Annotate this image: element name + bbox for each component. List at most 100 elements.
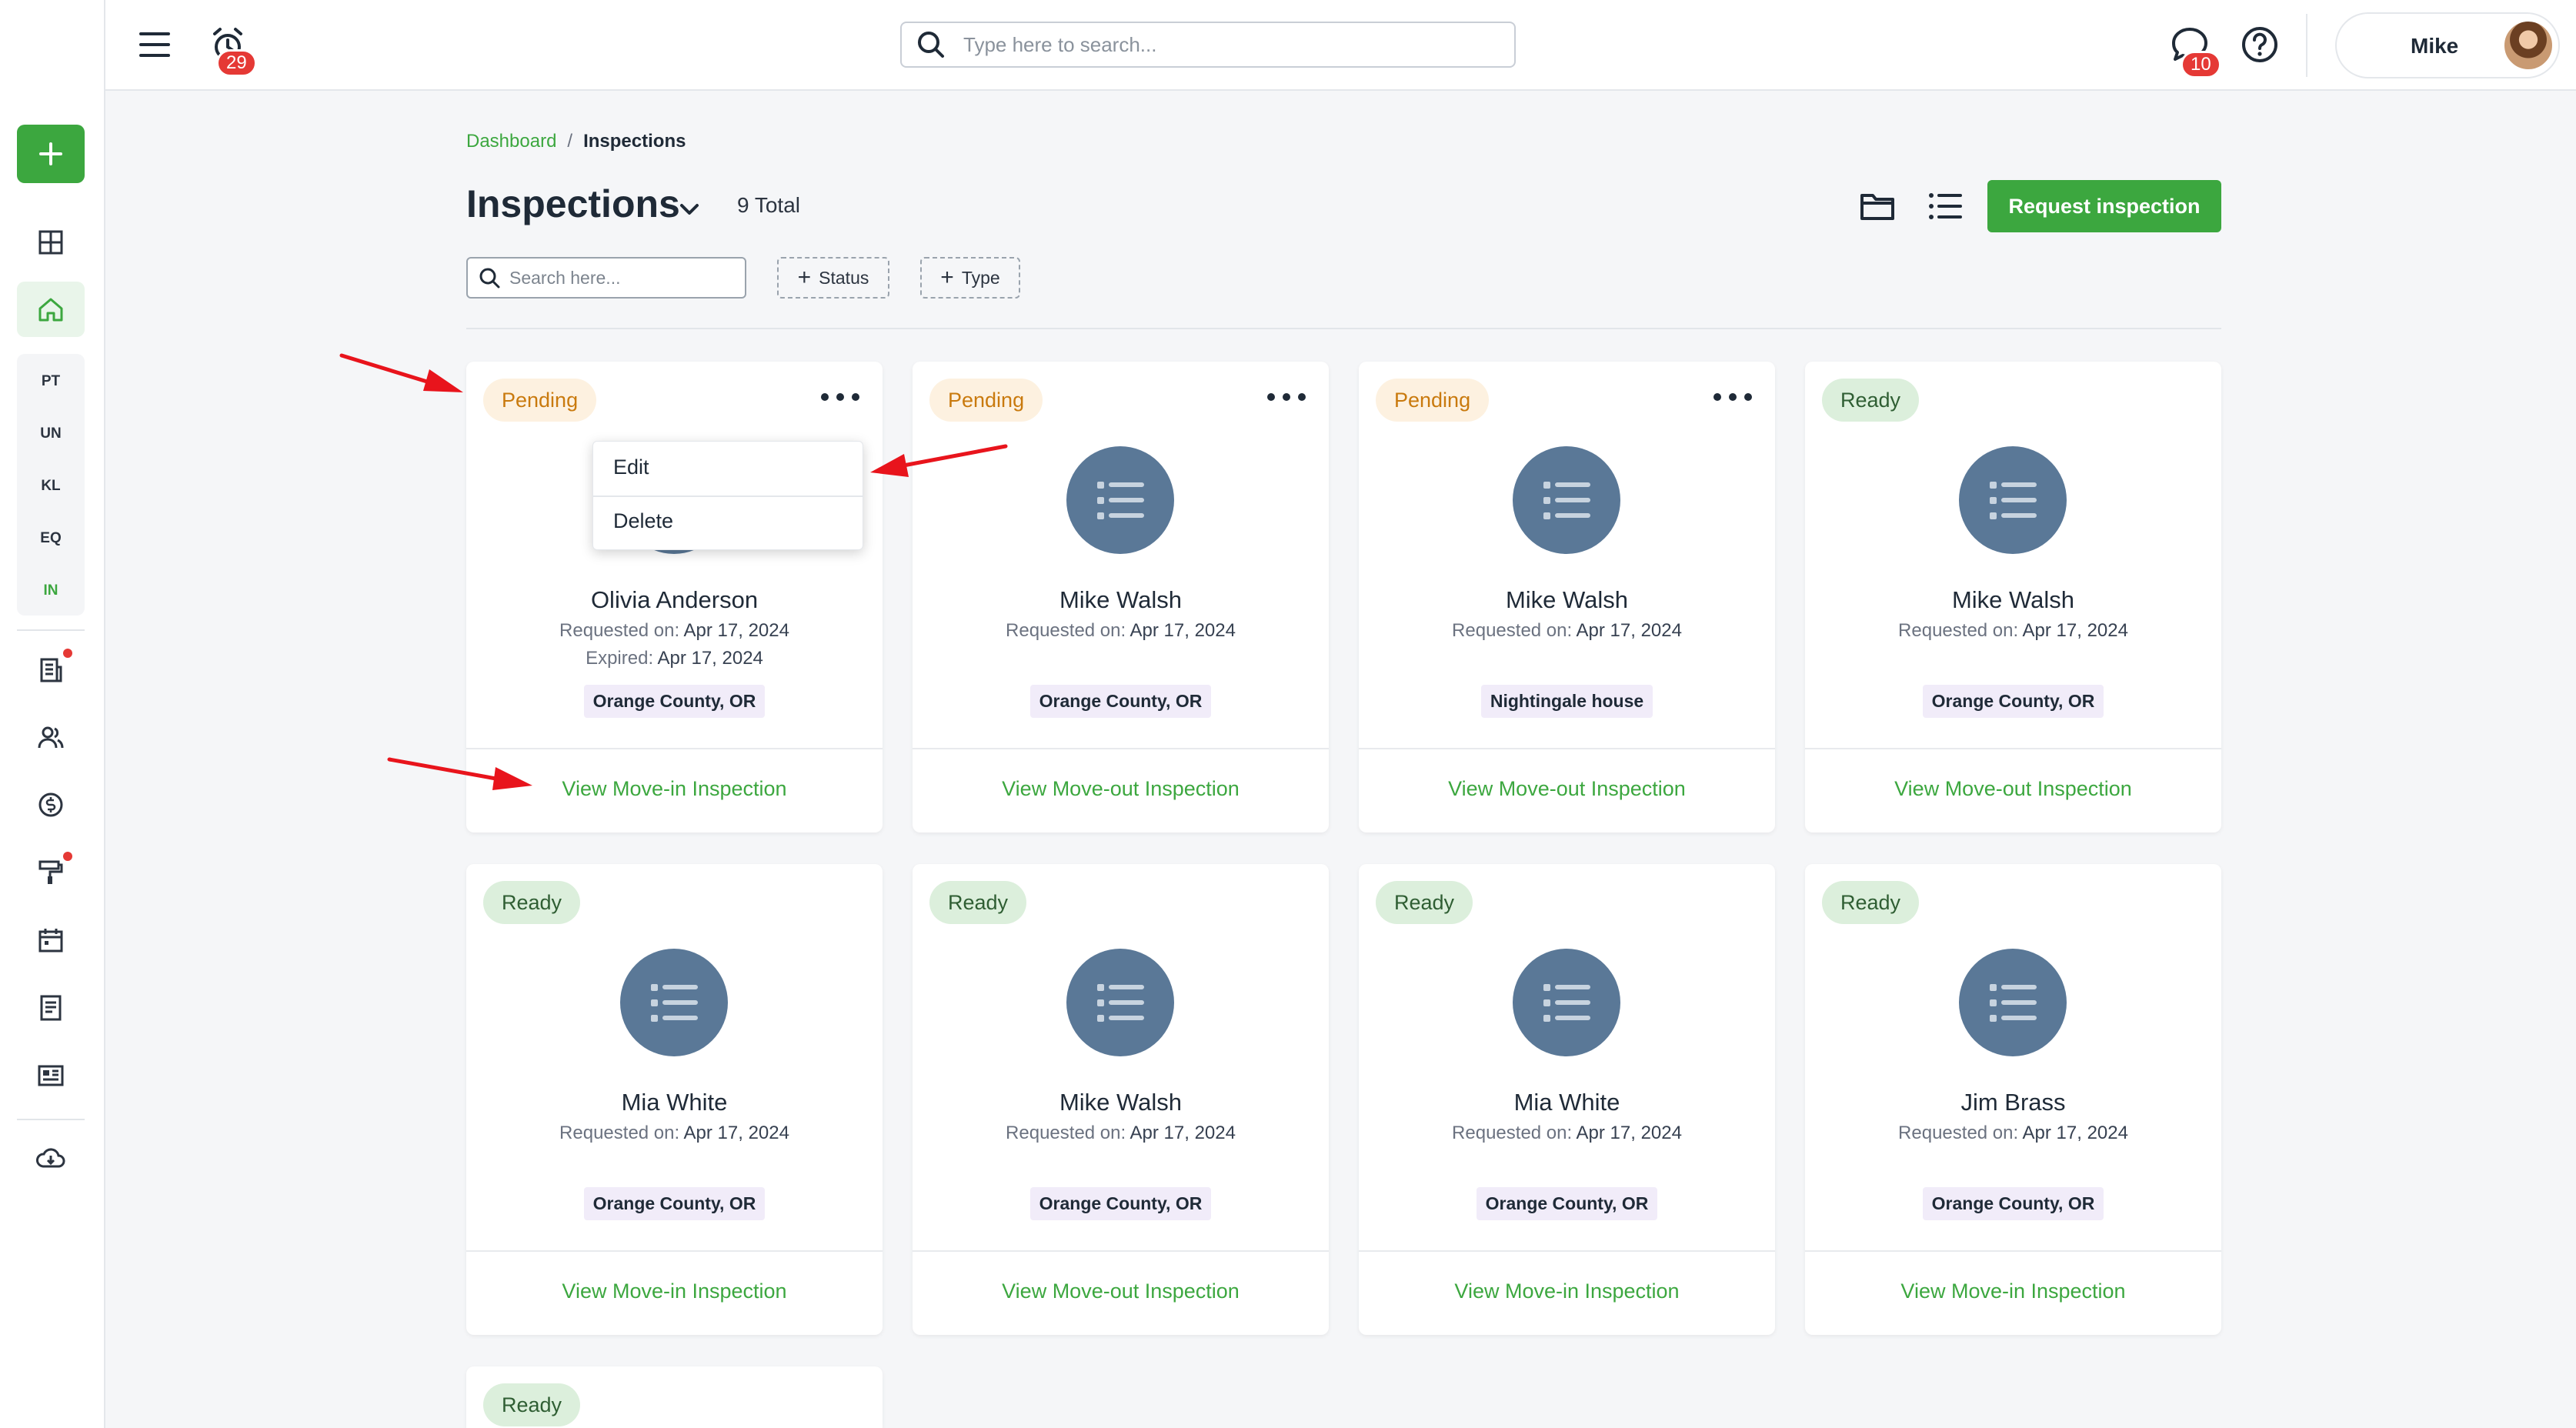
breadcrumb-separator: / [567, 131, 573, 152]
more-options-icon[interactable] [1267, 388, 1306, 406]
type-filter-chip[interactable]: + Type [920, 257, 1020, 299]
card-divider [1359, 748, 1775, 749]
hamburger-menu-icon[interactable] [136, 26, 173, 63]
tenant-name: Jim Brass [1960, 1089, 2066, 1116]
sidebar-item-reports[interactable] [17, 642, 85, 698]
document-building-icon [40, 658, 62, 682]
more-options-icon[interactable] [821, 388, 859, 406]
checklist-avatar [1959, 446, 2067, 554]
view-inspection-link[interactable]: View Move-out Inspection [1805, 777, 2221, 801]
list-view-icon[interactable] [1925, 186, 1965, 226]
sidebar-item-eq[interactable]: EQ [17, 517, 85, 560]
requested-value: Apr 17, 2024 [1576, 1123, 1682, 1143]
home-icon [38, 298, 63, 322]
requested-label: Requested on: [1006, 620, 1126, 641]
location-tag: Nightingale house [1480, 685, 1653, 718]
view-inspection-link[interactable]: View Move-in Inspection [1805, 1280, 2221, 1303]
request-inspection-button[interactable]: Request inspection [1987, 180, 2221, 232]
paint-roller-icon [38, 860, 63, 884]
user-menu[interactable]: Mike [2335, 12, 2560, 78]
list-icon [1543, 984, 1590, 1022]
status-badge: Pending [483, 379, 597, 422]
global-search[interactable] [900, 22, 1516, 68]
view-inspection-link[interactable]: View Move-out Inspection [1359, 777, 1775, 801]
sidebar-item-properties[interactable] [17, 282, 85, 337]
inspection-card: Ready [466, 1366, 883, 1428]
view-inspection-link[interactable]: View Move-in Inspection [466, 1280, 883, 1303]
total-count: 9 Total [737, 193, 800, 217]
more-options-icon[interactable] [1713, 388, 1752, 406]
folder-view-icon[interactable] [1857, 186, 1897, 226]
add-button[interactable] [17, 125, 85, 183]
sidebar-item-dashboard[interactable] [17, 215, 85, 270]
sidebar-item-finance[interactable] [17, 777, 85, 832]
menu-item-edit[interactable]: Edit [613, 455, 649, 479]
menu-item-delete[interactable]: Delete [613, 509, 673, 533]
notification-dot [63, 852, 72, 861]
tenant-name: Mia White [621, 1089, 728, 1116]
location-tag: Orange County, OR [1922, 685, 2104, 718]
list-icon [1097, 984, 1144, 1022]
breadcrumb-dashboard[interactable]: Dashboard [466, 131, 556, 152]
status-badge: Ready [483, 1383, 581, 1426]
sidebar-item-documents[interactable] [17, 980, 85, 1036]
expired-label: Expired: [586, 648, 654, 669]
view-inspection-link[interactable]: View Move-out Inspection [913, 1280, 1329, 1303]
requested-date: Requested on: Apr 17, 2024 [913, 1123, 1329, 1144]
card-divider [466, 1250, 883, 1252]
sidebar-item-people[interactable] [17, 710, 85, 766]
tenant-name: Mike Walsh [1951, 586, 2075, 613]
view-inspection-link[interactable]: View Move-out Inspection [913, 777, 1329, 801]
requested-value: Apr 17, 2024 [2022, 620, 2128, 641]
card-divider [1359, 1250, 1775, 1252]
status-filter-chip[interactable]: + Status [777, 257, 889, 299]
topbar: 29 10 Mike [105, 0, 2576, 91]
sidebar-item-un[interactable]: UN [17, 412, 85, 455]
checklist-avatar [1066, 446, 1174, 554]
tenant-name: Mike Walsh [1059, 1089, 1183, 1116]
view-inspection-link[interactable]: View Move-in Inspection [1359, 1280, 1775, 1303]
global-search-input[interactable] [963, 32, 1487, 57]
inspection-card: Pending Mike Walsh Requested on: Apr 17,… [913, 362, 1329, 832]
status-badge: Pending [929, 379, 1043, 422]
card-options-menu: Edit Delete [592, 441, 863, 550]
sidebar-item-listings[interactable] [17, 1048, 85, 1103]
filter-search[interactable] [466, 257, 746, 299]
header-divider [466, 328, 2221, 329]
sidebar-divider [17, 1119, 85, 1120]
requested-value: Apr 17, 2024 [1576, 620, 1682, 641]
tenant-name: Mia White [1513, 1089, 1620, 1116]
sidebar-item-in[interactable]: IN [17, 569, 85, 612]
list-icon [651, 984, 698, 1022]
checklist-avatar [1066, 949, 1174, 1056]
expired-date: Expired: Apr 17, 2024 [466, 648, 883, 669]
breadcrumb-current: Inspections [583, 131, 686, 152]
status-badge: Ready [483, 881, 581, 924]
requested-date: Requested on: Apr 17, 2024 [913, 620, 1329, 642]
requested-label: Requested on: [559, 1123, 680, 1143]
help-icon[interactable] [2241, 25, 2279, 64]
list-icon [1990, 482, 2037, 519]
card-divider [466, 748, 883, 749]
sidebar-item-kl[interactable]: KL [17, 465, 85, 508]
sidebar-item-cloud[interactable] [17, 1131, 85, 1186]
chevron-down-icon[interactable] [674, 194, 705, 225]
notification-dot [63, 649, 72, 658]
grid-icon [38, 230, 63, 255]
sidebar-item-calendar[interactable] [17, 913, 85, 968]
topbar-divider [2306, 14, 2307, 77]
location-tag: Orange County, OR [1029, 685, 1212, 718]
list-icon [1543, 482, 1590, 519]
annotation-arrow-icon [339, 353, 463, 392]
sidebar-item-maintenance[interactable] [17, 845, 85, 900]
chat-badge: 10 [2181, 51, 2221, 78]
sidebar-item-pt[interactable]: PT [17, 360, 85, 403]
inspection-card: Ready Jim Brass Requested on: Apr 17, 20… [1805, 864, 2221, 1335]
calendar-icon [38, 929, 63, 953]
requested-value: Apr 17, 2024 [1130, 620, 1236, 641]
filter-search-input[interactable] [509, 267, 740, 289]
requested-label: Requested on: [1898, 1123, 2019, 1143]
requested-value: Apr 17, 2024 [683, 1123, 789, 1143]
sidebar: PT UN KL EQ IN [0, 0, 105, 1428]
requested-label: Requested on: [1452, 620, 1573, 641]
